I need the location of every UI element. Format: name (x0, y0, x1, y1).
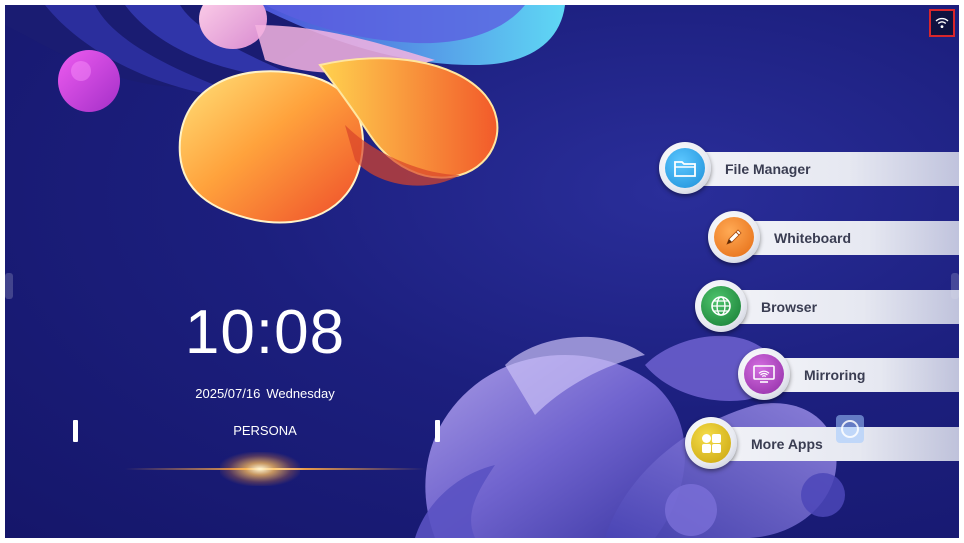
app-whiteboard[interactable]: Whiteboard (708, 211, 959, 263)
desktop-screen: 10:08 2025/07/16 Wednesday PERSONA File M… (5, 5, 959, 538)
clock-date: 2025/07/16 Wednesday (155, 386, 375, 401)
weekday-text: Wednesday (266, 386, 335, 401)
screen-cast-icon (744, 354, 784, 394)
date-text: 2025/07/16 (195, 386, 261, 401)
left-edge-handle[interactable] (5, 273, 13, 299)
pencil-icon (714, 217, 754, 257)
app-browser[interactable]: Browser (695, 280, 959, 332)
glow-burst (220, 452, 300, 486)
floating-assistive-button[interactable] (836, 415, 864, 443)
clock-time: 10:08 (184, 298, 346, 367)
app-more-apps[interactable]: More Apps (685, 417, 959, 469)
grid-icon (691, 423, 731, 463)
app-mirroring[interactable]: Mirroring (738, 348, 959, 400)
app-file-manager[interactable]: File Manager (659, 142, 959, 194)
folder-icon (665, 148, 705, 188)
wifi-icon (935, 17, 949, 28)
left-bracket (73, 420, 78, 442)
wifi-status-button[interactable] (929, 9, 955, 37)
globe-icon (701, 286, 741, 326)
right-bracket (435, 420, 440, 442)
ring-icon (841, 420, 859, 438)
persona-label: PERSONA (233, 423, 297, 438)
